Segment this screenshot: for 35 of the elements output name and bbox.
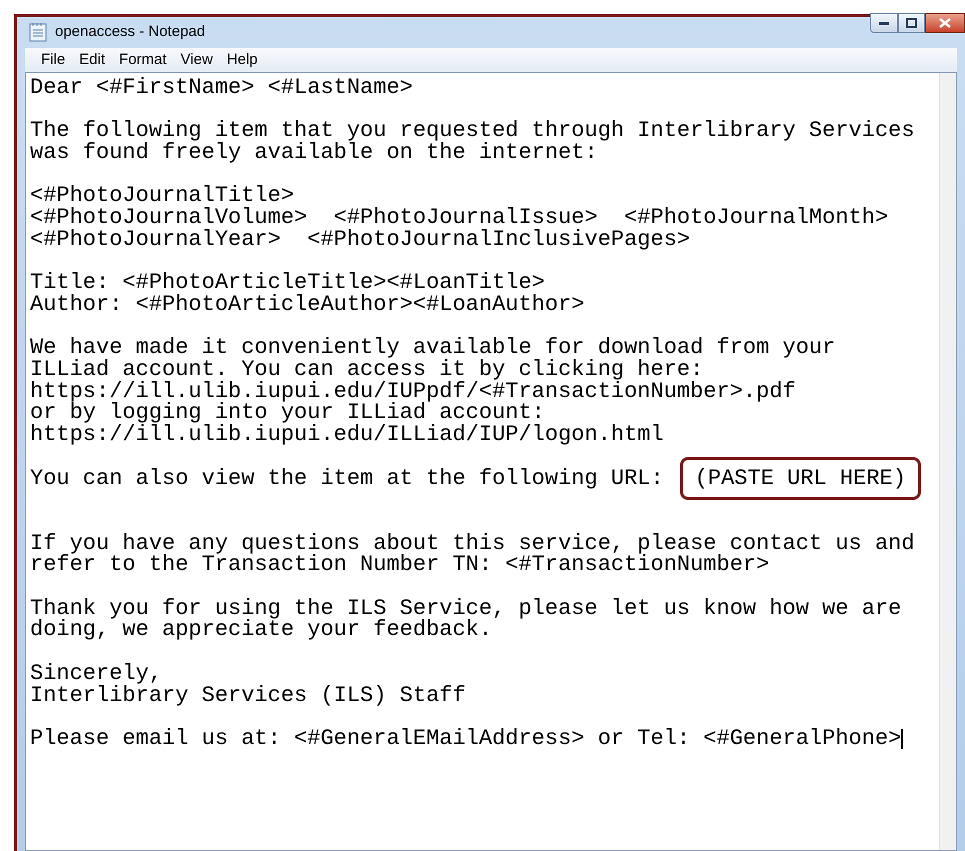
text-line: doing, we appreciate your feedback. bbox=[30, 619, 492, 642]
menu-item[interactable]: Edit bbox=[73, 48, 112, 72]
text-line: Interlibrary Services (ILS) Staff bbox=[30, 684, 466, 706]
text-line: Title: <#PhotoArticleTitle><#LoanTitle> bbox=[30, 272, 545, 294]
maximize-icon bbox=[906, 18, 917, 28]
notepad-icon bbox=[29, 22, 47, 42]
text-line: was found freely available on the internet: bbox=[30, 142, 598, 164]
text-line: Thank you for using the ILS Service, please let us know how we are bbox=[30, 598, 902, 620]
url-placeholder-callout: (PASTE URL HERE) bbox=[680, 456, 921, 500]
text-line: refer to the Transaction Number TN: <#TransactionNumber> bbox=[30, 554, 770, 576]
text-line: https://ill.ulib.iupui.edu/ILLiad/IUP/logon.html bbox=[30, 424, 664, 446]
text-line: If you have any questions about this service, please contact us and bbox=[30, 532, 915, 554]
text-line: Dear <#FirstName> <#LastName> bbox=[30, 77, 413, 99]
minimize-icon bbox=[879, 21, 889, 25]
text-line: https://ill.ulib.iupui.edu/IUPpdf/<#TransactionNumber>.pdf bbox=[30, 380, 796, 402]
close-button[interactable] bbox=[925, 13, 965, 33]
text-line: ILLiad account. You can access it by clicking here: bbox=[30, 359, 704, 381]
text-line: or by logging into your ILLiad account: bbox=[30, 402, 545, 424]
text-line: Author: <#PhotoArticleAuthor><#LoanAuthor> bbox=[30, 294, 584, 316]
close-icon bbox=[939, 18, 951, 28]
window-title: openaccess - Notepad bbox=[55, 22, 206, 42]
text-line: You can also view the item at the following URL: bbox=[30, 468, 664, 490]
text-line: We have made it conveniently available for download from your bbox=[30, 337, 836, 360]
minimize-button[interactable] bbox=[870, 13, 898, 33]
text-line: Please email us at: <#GeneralEMailAddress> or Tel: <#GeneralPhone> bbox=[30, 728, 902, 750]
maximize-button[interactable] bbox=[898, 13, 925, 33]
menu-item[interactable]: View bbox=[174, 48, 219, 72]
menu-item[interactable]: Help bbox=[220, 48, 264, 72]
text-line: <#PhotoJournalVolume> <#PhotoJournalIssue> <#PhotoJournalMonth> bbox=[30, 207, 888, 229]
menu-item[interactable]: Format bbox=[113, 48, 173, 72]
text-line: The following item that you requested through Interlibrary Services bbox=[30, 120, 915, 142]
text-line: <#PhotoJournalYear> <#PhotoJournalInclusivePages> bbox=[30, 228, 690, 251]
menu-item[interactable]: File bbox=[35, 48, 72, 72]
text-line: Sincerely, bbox=[30, 662, 162, 685]
text-line: <#PhotoJournalTitle> bbox=[30, 185, 294, 208]
